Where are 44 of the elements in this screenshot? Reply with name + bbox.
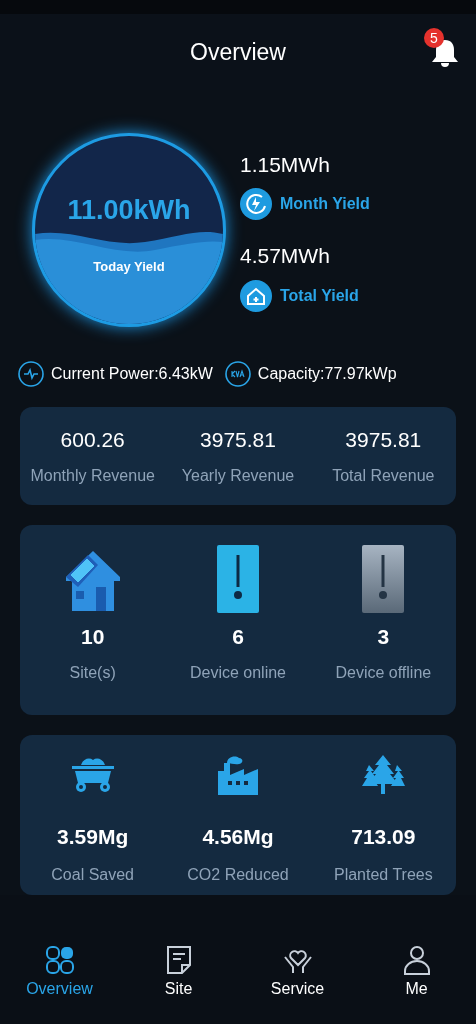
environment-value: 3.59Mg <box>57 824 129 850</box>
tab-button[interactable]: Service <box>238 945 357 1001</box>
device-count: 3 <box>377 624 390 650</box>
revenue-label: Yearly Revenue <box>181 465 295 486</box>
revenue-value: 3975.81 <box>200 427 276 454</box>
environment-label: Planted Trees <box>333 864 433 885</box>
yield-label: Month Yield <box>280 194 370 214</box>
revenue-value: 3975.81 <box>345 427 422 454</box>
device-label: Device offline <box>335 662 432 683</box>
device-icon <box>362 545 405 613</box>
grid-icon <box>44 945 75 975</box>
environment-label: Coal Saved <box>51 864 134 885</box>
device-icon <box>217 545 259 613</box>
stat-text: Capacity:77.97kWp <box>257 364 397 384</box>
notification-badge: 5 <box>424 28 444 48</box>
device-label: Site(s) <box>69 662 116 683</box>
device-label: Device online <box>189 662 286 683</box>
revenue-value: 600.26 <box>60 427 125 454</box>
today-yield-label: Today Yield <box>93 257 165 276</box>
trees-icon <box>361 755 406 795</box>
environment-label: CO2 Reduced <box>187 864 289 885</box>
lightning-icon <box>240 188 272 220</box>
yield-value: 4.57MWh <box>240 243 331 269</box>
device-count: 6 <box>232 624 244 650</box>
tab-button[interactable]: Me <box>357 945 476 1001</box>
page-title: Overview <box>190 37 286 67</box>
revenue-label: Total Revenue <box>332 465 435 486</box>
stat-text: Current Power:6.43kW <box>51 364 213 384</box>
yield-value: 1.15MWh <box>240 151 331 178</box>
yield-label: Total Yield <box>280 285 359 306</box>
person-icon <box>402 945 431 975</box>
environment-value: 713.09 <box>351 824 416 850</box>
kva-icon <box>224 361 251 387</box>
device-count: 10 <box>81 624 105 650</box>
cart-icon <box>70 757 115 795</box>
tab-button[interactable]: Site <box>119 945 238 1001</box>
note-icon <box>164 945 193 975</box>
revenue-label: Monthly Revenue <box>30 465 155 486</box>
today-yield-value: 11.00kWh <box>67 194 191 227</box>
factory-icon <box>216 755 260 795</box>
pulse-icon <box>18 361 44 387</box>
tab-button[interactable]: Overview <box>0 945 119 1001</box>
house-icon <box>240 279 272 312</box>
environment-value: 4.56Mg <box>202 824 274 850</box>
